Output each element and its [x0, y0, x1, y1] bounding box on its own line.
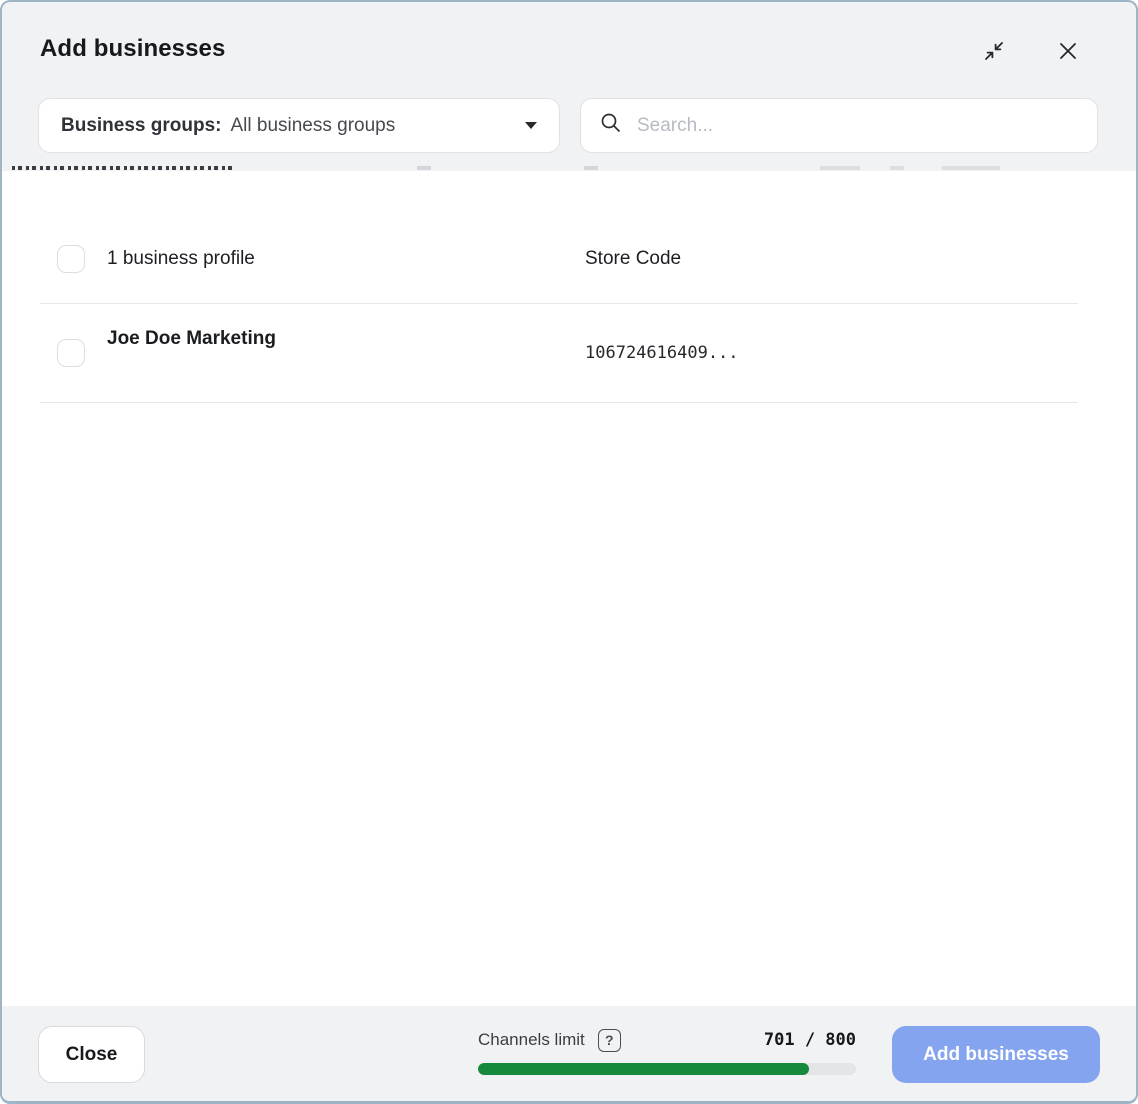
channels-progress-fill — [478, 1063, 809, 1075]
business-groups-selected-value: All business groups — [230, 115, 395, 137]
clipped-text-fragment — [890, 166, 904, 170]
close-icon — [1056, 39, 1080, 63]
store-code-column-header: Store Code — [585, 248, 681, 270]
business-groups-dropdown[interactable]: Business groups: All business groups — [38, 98, 560, 153]
table-header-divider — [40, 303, 1078, 304]
business-groups-label: Business groups: — [61, 115, 221, 137]
row-checkbox[interactable] — [57, 339, 85, 367]
clipped-text-fragment — [820, 166, 860, 170]
table-row[interactable] — [2, 306, 1136, 402]
chevron-down-icon — [525, 122, 537, 129]
help-icon[interactable]: ? — [598, 1029, 621, 1052]
search-input[interactable] — [635, 114, 1079, 138]
channels-progress-bar — [478, 1063, 856, 1075]
add-businesses-button[interactable]: Add businesses — [892, 1026, 1100, 1083]
clipped-text-fragment — [942, 166, 1000, 170]
business-store-code: 106724616409... — [585, 343, 739, 363]
table-row-divider — [40, 402, 1078, 403]
channels-limit-block: Channels limit ? 701 / 800 — [478, 1027, 856, 1075]
search-icon — [599, 111, 635, 140]
search-field-container — [580, 98, 1098, 153]
collapse-icon — [982, 39, 1006, 63]
close-button[interactable]: Close — [38, 1026, 145, 1083]
selection-count-label: 1 business profile — [107, 248, 255, 270]
channels-limit-label: Channels limit — [478, 1030, 585, 1050]
modal-footer: Close Channels limit ? 701 / 800 Add bus… — [2, 1006, 1136, 1101]
close-modal-button[interactable] — [1054, 37, 1082, 65]
page-title: Add businesses — [40, 35, 225, 63]
select-all-checkbox[interactable] — [57, 245, 85, 273]
clipped-text-fragment — [584, 166, 598, 170]
clipped-text-fragment — [417, 166, 431, 170]
add-businesses-modal: Add businesses Business groups: All busi… — [0, 0, 1138, 1104]
clipped-text-fragment — [12, 166, 234, 170]
collapse-window-button[interactable] — [980, 37, 1008, 65]
business-name: Joe Doe Marketing — [107, 328, 276, 350]
channels-usage-count: 701 / 800 — [764, 1030, 856, 1050]
business-list: 1 business profile Store Code Joe Doe Ma… — [2, 171, 1136, 1006]
